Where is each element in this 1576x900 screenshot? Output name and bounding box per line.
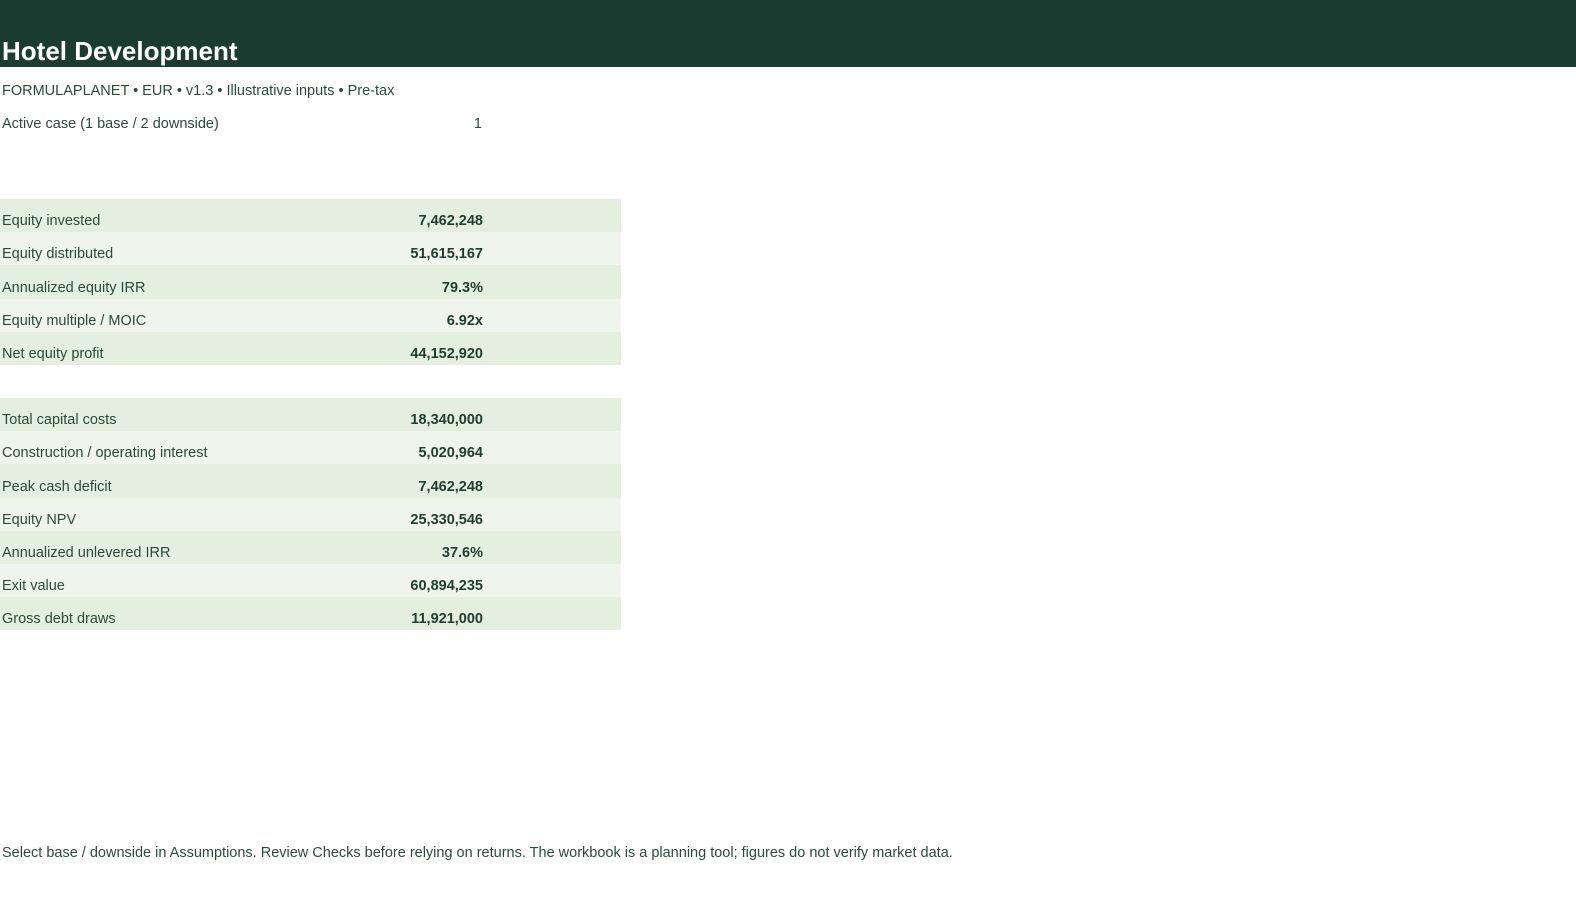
row-value[interactable]: 7,462,248 bbox=[300, 210, 483, 232]
table-row: Annualized unlevered IRR 37.6% bbox=[0, 530, 621, 564]
table-row: Gross debt draws 11,921,000 bbox=[0, 597, 621, 631]
table-row: Peak cash deficit 7,462,248 bbox=[0, 464, 621, 498]
row-label: Annualized equity IRR bbox=[2, 279, 146, 296]
row-label: Equity distributed bbox=[2, 246, 114, 263]
row-value[interactable]: 11,921,000 bbox=[300, 608, 483, 630]
equity-returns-table: Equity invested 7,462,248 Equity distrib… bbox=[0, 199, 621, 365]
table-row: Equity multiple / MOIC 6.92x bbox=[0, 298, 621, 332]
table-row: Total capital costs 18,340,000 bbox=[0, 398, 621, 432]
row-value[interactable]: 51,615,167 bbox=[300, 243, 483, 265]
active-case-value[interactable]: 1 bbox=[474, 113, 482, 135]
row-value[interactable]: 5,020,964 bbox=[300, 442, 483, 464]
row-label: Equity NPV bbox=[2, 511, 77, 528]
active-case-row: Active case (1 base / 2 downside) 1 bbox=[0, 113, 486, 135]
table-row: Net equity profit 44,152,920 bbox=[0, 331, 621, 365]
row-label: Construction / operating interest bbox=[2, 445, 208, 462]
page-title: Hotel Development bbox=[2, 36, 238, 66]
row-label: Annualized unlevered IRR bbox=[2, 544, 171, 561]
row-value[interactable]: 79.3% bbox=[300, 277, 483, 299]
row-label: Peak cash deficit bbox=[2, 478, 112, 495]
row-value[interactable]: 25,330,546 bbox=[300, 509, 483, 531]
table-row: Equity invested 7,462,248 bbox=[0, 199, 621, 233]
table-row: Equity NPV 25,330,546 bbox=[0, 497, 621, 531]
row-label: Equity invested bbox=[2, 213, 101, 230]
table-row: Equity distributed 51,615,167 bbox=[0, 232, 621, 266]
row-label: Net equity profit bbox=[2, 345, 104, 362]
row-value[interactable]: 18,340,000 bbox=[300, 409, 483, 431]
project-metrics-table: Total capital costs 18,340,000 Construct… bbox=[0, 398, 621, 631]
active-case-label: Active case (1 base / 2 downside) bbox=[2, 116, 219, 132]
row-value[interactable]: 6.92x bbox=[300, 310, 483, 332]
row-value[interactable]: 44,152,920 bbox=[300, 343, 483, 365]
table-row: Construction / operating interest 5,020,… bbox=[0, 431, 621, 465]
row-value[interactable]: 7,462,248 bbox=[300, 476, 483, 498]
row-value[interactable]: 60,894,235 bbox=[300, 575, 483, 597]
header-bar: Hotel Development bbox=[0, 0, 1576, 67]
table-row: Annualized equity IRR 79.3% bbox=[0, 265, 621, 299]
footer-note: Select base / downside in Assumptions. R… bbox=[2, 845, 953, 861]
row-value[interactable]: 37.6% bbox=[300, 542, 483, 564]
row-label: Total capital costs bbox=[2, 412, 117, 429]
model-info-line: FORMULAPLANET • EUR • v1.3 • Illustrativ… bbox=[2, 83, 395, 99]
row-label: Gross debt draws bbox=[2, 611, 116, 628]
row-label: Equity multiple / MOIC bbox=[2, 312, 147, 329]
table-row: Exit value 60,894,235 bbox=[0, 563, 621, 598]
row-label: Exit value bbox=[2, 578, 65, 595]
